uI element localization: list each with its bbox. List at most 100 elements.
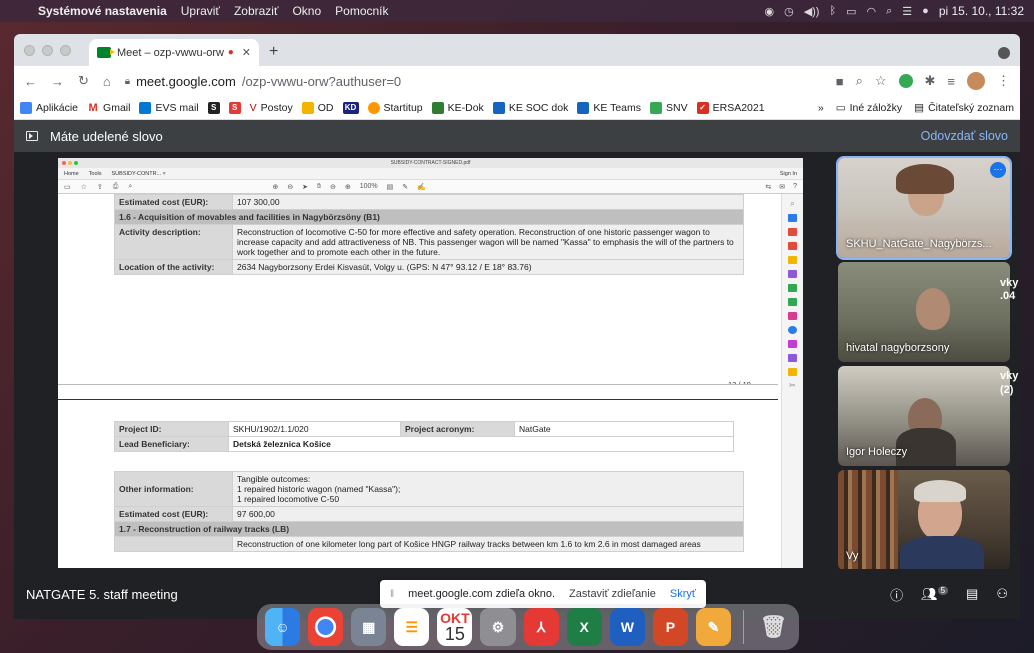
pdf-sidebar-edit-icon[interactable] <box>788 242 797 250</box>
profile-avatar[interactable] <box>967 72 985 90</box>
maximize-window-button[interactable] <box>60 44 71 56</box>
participant-tile-igor[interactable]: Igor Holeczy <box>838 366 1010 466</box>
drag-handle-icon[interactable]: ‖ <box>390 589 394 600</box>
pdf-sidebar-redact-icon[interactable] <box>788 340 797 348</box>
meeting-info-icon[interactable]: ⓘ <box>890 585 903 604</box>
pdf-sidebar-export-icon[interactable] <box>788 214 797 222</box>
participants-icon[interactable]: 👥︎ 5 <box>921 585 949 602</box>
activities-icon[interactable]: ⚇ <box>996 586 1008 602</box>
pdf-tab-tools[interactable]: Tools <box>89 171 102 177</box>
bookmark-s1[interactable]: S <box>207 101 220 114</box>
system-preferences-icon[interactable]: ⚙ <box>480 608 516 646</box>
pdf-sidebar-protect-icon[interactable] <box>788 326 797 334</box>
excel-icon[interactable]: X <box>566 608 602 646</box>
pdf-sidebar-zoom-icon[interactable]: ⌕ <box>789 200 797 208</box>
pdf-sidebar-compress-icon[interactable] <box>788 298 797 306</box>
acrobat-icon[interactable]: ⅄ <box>523 608 559 646</box>
pdf-zoom-in-icon[interactable]: ⊕ <box>345 183 351 191</box>
back-icon[interactable]: ← <box>24 74 37 89</box>
minimize-window-button[interactable] <box>42 44 53 56</box>
pages-icon[interactable]: ✎ <box>695 608 732 646</box>
browser-tab-meet[interactable]: Meet – ozp-vwwu-orw ● ✕ <box>89 39 259 66</box>
pdf-sidebar-comment-icon[interactable] <box>788 256 797 264</box>
bookmark-evs[interactable]: EVS mail <box>139 101 199 114</box>
pdf-zoom-out-icon[interactable]: ⊖ <box>330 183 336 191</box>
extension-icon[interactable] <box>898 74 913 88</box>
timer-icon[interactable]: ◷ <box>784 5 794 18</box>
word-icon[interactable]: W <box>609 608 645 646</box>
participant-tile-hivatal[interactable]: hivatal nagyborzsony <box>838 262 1010 362</box>
trash-icon[interactable]: 🗑︎ <box>756 608 791 646</box>
meeting-name[interactable]: NATGATE 5. staff meeting <box>26 587 178 602</box>
menu-item-view[interactable]: Zobraziť <box>234 4 279 18</box>
bookmark-ke-teams[interactable]: KE Teams <box>577 101 641 114</box>
pdf-tab-home[interactable]: Home <box>64 171 79 177</box>
menu-item-edit[interactable]: Upraviť <box>181 4 220 18</box>
revoke-presentation-button[interactable]: Odovzdať slovo <box>921 129 1008 143</box>
pdf-tab-doc[interactable]: SUBSIDY-CONTR... × <box>112 171 166 177</box>
bookmark-s2[interactable]: S <box>228 101 241 114</box>
bookmark-ersa[interactable]: ✓ ERSA2021 <box>696 101 765 114</box>
bookmark-star-icon[interactable]: ☆ <box>875 73 887 89</box>
wifi-icon[interactable]: ◠ <box>867 5 877 18</box>
participant-tile-self[interactable]: Vy <box>838 470 1010 570</box>
pdf-mail-icon[interactable]: ✉ <box>779 183 785 191</box>
reminders-icon[interactable]: ☰ <box>394 608 430 646</box>
menu-item-help[interactable]: Pomocník <box>335 4 388 18</box>
address-bar[interactable]: 🔒︎ meet.google.com/ozp-vwwu-orw?authuser… <box>125 74 401 89</box>
pdf-signin[interactable]: Sign In <box>780 171 797 177</box>
powerpoint-icon[interactable]: P <box>652 608 688 646</box>
menu-kebab-icon[interactable]: ⋮ <box>997 73 1010 89</box>
pdf-upload-icon[interactable]: ⇪ <box>97 183 103 191</box>
pdf-help-icon[interactable]: ? <box>793 183 797 191</box>
pdf-star-icon[interactable]: ☆ <box>81 183 87 191</box>
bookmark-od[interactable]: OD <box>301 101 334 114</box>
bookmark-kd[interactable]: KD <box>342 101 359 114</box>
bookmark-gmail[interactable]: M Gmail <box>87 101 130 114</box>
hide-notification-button[interactable]: Skryť <box>670 588 696 600</box>
chat-icon[interactable]: ▤ <box>966 586 978 602</box>
bookmark-ke-soc-dok[interactable]: KE SOC dok <box>492 101 568 114</box>
pdf-sign-icon[interactable]: ✍ <box>417 183 426 191</box>
pdf-sidebar-organize-icon[interactable] <box>788 284 797 292</box>
stop-sharing-button[interactable]: Zastaviť zdieľanie <box>569 588 656 600</box>
zoom-icon[interactable]: ⌕ <box>856 73 863 89</box>
menu-item-window[interactable]: Okno <box>292 4 321 18</box>
chrome-icon[interactable] <box>308 608 344 646</box>
bookmark-reading-list[interactable]: ▤ Čitateľský zoznam <box>914 102 1014 114</box>
pdf-sidebar-fill-sign-icon[interactable] <box>788 312 797 320</box>
bluetooth-icon[interactable]: ᛒ <box>829 5 836 17</box>
volume-icon[interactable]: ◀)) <box>804 5 820 18</box>
pdf-save-icon[interactable]: ▭ <box>64 183 71 191</box>
pdf-sidebar-more-icon[interactable]: ✂ <box>789 382 797 390</box>
home-icon[interactable]: ⌂ <box>103 74 111 89</box>
finder-icon[interactable]: ☺ <box>265 608 301 646</box>
pdf-print-icon[interactable]: ⎙ <box>113 183 119 191</box>
reload-icon[interactable]: ↻ <box>78 73 89 89</box>
launchpad-icon[interactable]: ▦ <box>351 608 387 646</box>
bookmark-snv[interactable]: SNV <box>650 101 688 114</box>
pdf-share-icon[interactable]: ⇆ <box>765 183 771 191</box>
reading-list-icon[interactable]: ≡ <box>947 74 955 89</box>
pdf-zoom-level[interactable]: 100% <box>360 183 378 191</box>
close-window-button[interactable] <box>24 44 35 56</box>
pdf-sidebar-combine-icon[interactable] <box>788 270 797 278</box>
lock-icon[interactable]: 🔒︎ <box>125 76 130 87</box>
menubar-clock[interactable]: pi 15. 10., 11:32 <box>939 4 1024 18</box>
battery-icon[interactable]: ▭ <box>846 5 856 18</box>
tab-search-icon[interactable] <box>998 47 1010 59</box>
pdf-hand-icon[interactable]: ✋︎ <box>317 183 321 191</box>
bookmark-apps[interactable]: Aplikácie <box>20 101 78 114</box>
menu-app-name[interactable]: Systémové nastavenia <box>38 4 167 18</box>
tile-more-options-icon[interactable]: ⋯ <box>990 162 1006 178</box>
spotlight-icon[interactable]: ⌕ <box>886 5 892 18</box>
bookmark-postoy[interactable]: V Postoy <box>250 102 293 114</box>
bookmark-ke-dok[interactable]: KE-Dok <box>431 101 484 114</box>
pdf-next-icon[interactable]: ⊖ <box>287 183 293 191</box>
pdf-sidebar-request-icon[interactable] <box>788 354 797 362</box>
pdf-search-icon[interactable]: ⌕ <box>128 183 132 191</box>
extensions-puzzle-icon[interactable]: ✱ <box>925 73 936 89</box>
forward-icon[interactable]: → <box>51 74 64 89</box>
pdf-comment-icon[interactable]: ▤ <box>387 183 394 191</box>
camera-indicator-icon[interactable]: ■ <box>836 74 844 89</box>
